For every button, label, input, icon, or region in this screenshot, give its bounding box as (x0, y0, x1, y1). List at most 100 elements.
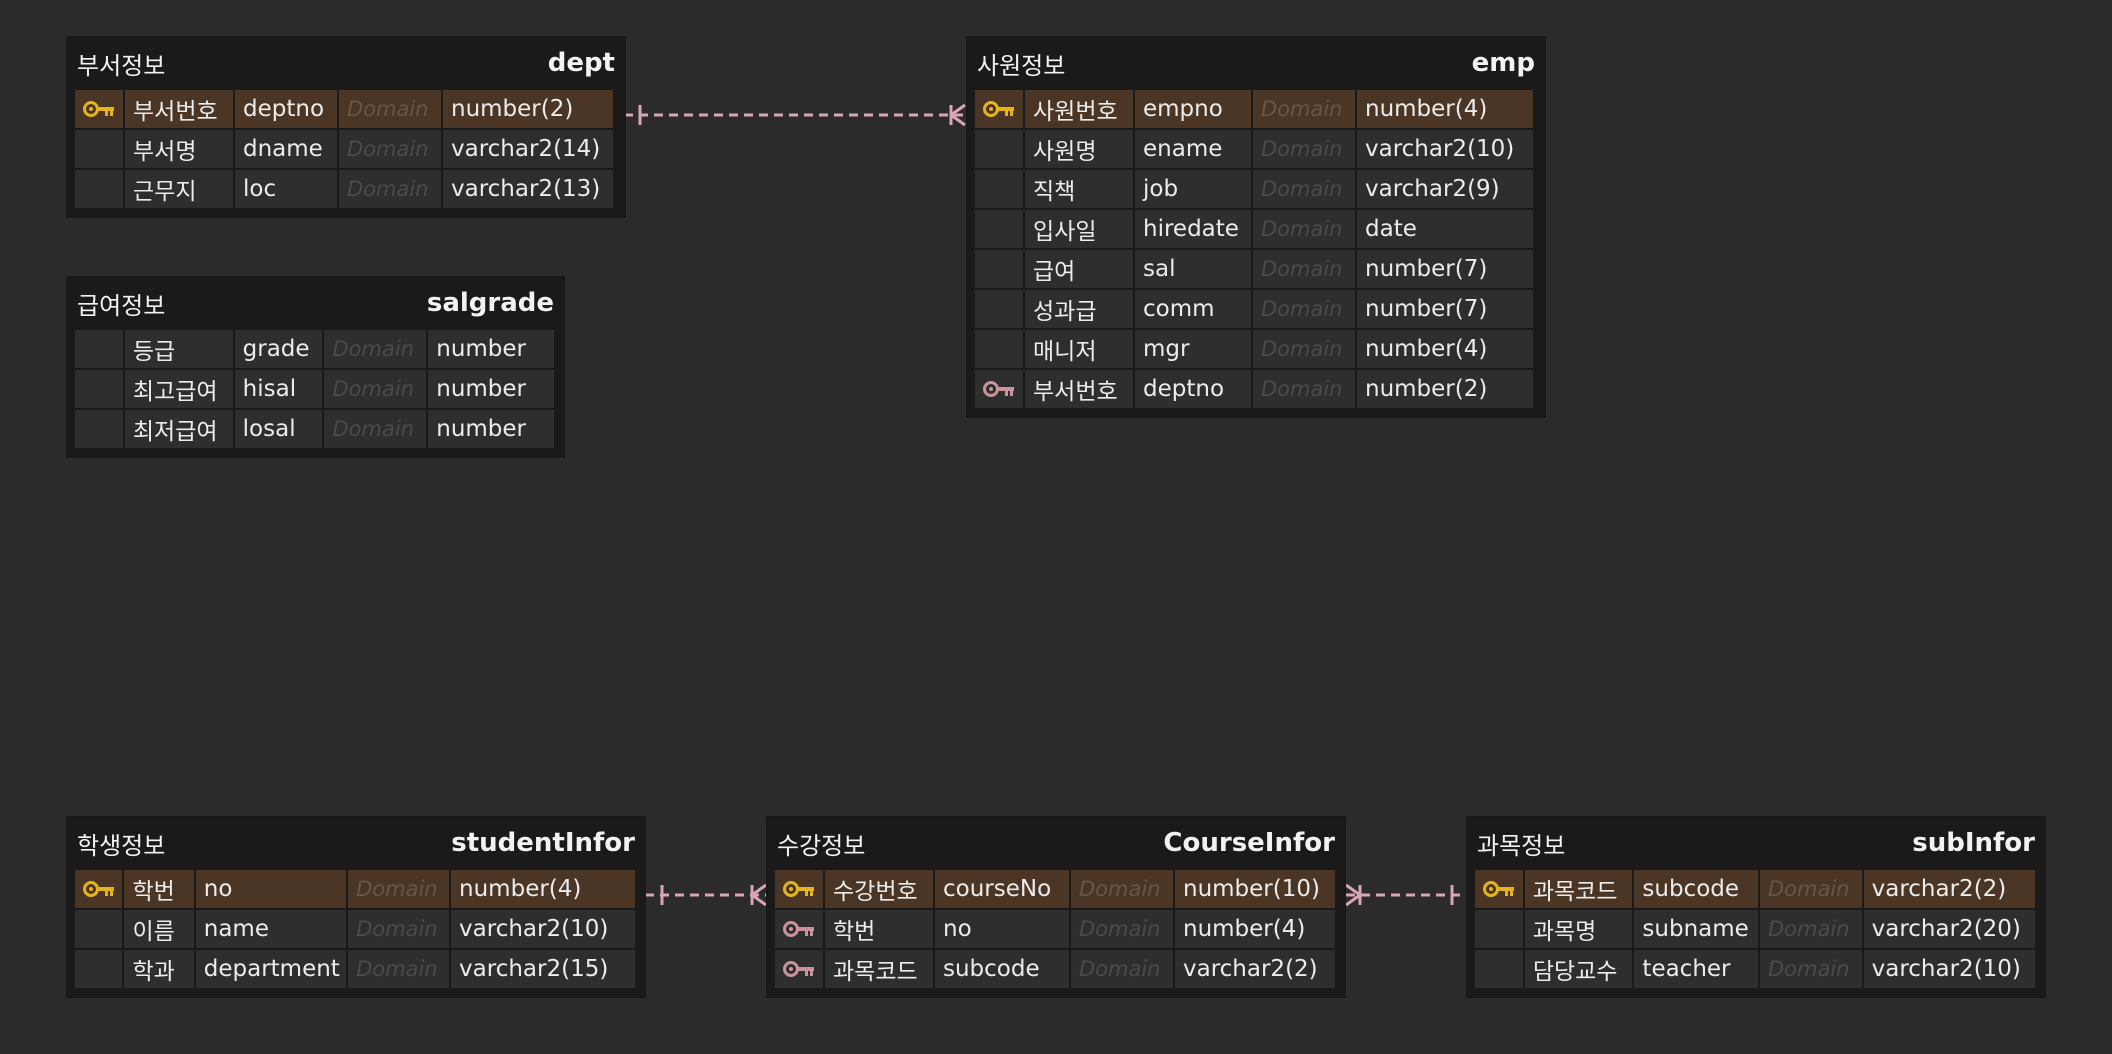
column-data-type[interactable]: varchar2(2) (1175, 950, 1335, 988)
column-logical-name[interactable]: 근무지 (125, 170, 233, 208)
entity-emp[interactable]: 사원정보 emp 사원번호 empno Domain number(4) 사원명 enam… (967, 37, 1545, 417)
column-data-type[interactable]: varchar2(2) (1863, 870, 2035, 908)
column-physical-name[interactable]: deptno (1135, 370, 1251, 408)
column-data-type[interactable]: number(7) (1357, 290, 1533, 328)
column-domain[interactable]: Domain (1253, 130, 1355, 168)
relation-student-course[interactable] (645, 883, 767, 907)
column-physical-name[interactable]: hisal (234, 370, 323, 408)
column-data-type[interactable]: number(10) (1175, 870, 1335, 908)
column-physical-name[interactable]: dname (235, 130, 337, 168)
column-data-type[interactable]: varchar2(10) (1863, 950, 2035, 988)
column-data-type[interactable]: varchar2(10) (1357, 130, 1533, 168)
column-row[interactable]: 과목코드 subcode Domain varchar2(2) (1475, 869, 2037, 909)
column-logical-name[interactable]: 사원명 (1025, 130, 1133, 168)
column-logical-name[interactable]: 학번 (825, 910, 933, 948)
column-data-type[interactable]: number(2) (1357, 370, 1533, 408)
column-domain[interactable]: Domain (1253, 170, 1355, 208)
column-data-type[interactable]: number(4) (1175, 910, 1335, 948)
column-data-type[interactable]: varchar2(15) (451, 950, 635, 988)
column-physical-name[interactable]: no (935, 910, 1069, 948)
column-logical-name[interactable]: 부서명 (125, 130, 233, 168)
column-domain[interactable]: Domain (1253, 250, 1355, 288)
column-physical-name[interactable]: losal (234, 410, 323, 448)
column-physical-name[interactable]: subcode (935, 950, 1069, 988)
column-row[interactable]: 직책 job Domain varchar2(9) (975, 169, 1537, 209)
column-row[interactable]: 부서번호 deptno Domain number(2) (975, 369, 1537, 409)
column-domain[interactable]: Domain (1759, 870, 1862, 908)
relation-dept-emp[interactable] (624, 103, 966, 127)
column-row[interactable]: 매니저 mgr Domain number(4) (975, 329, 1537, 369)
column-physical-name[interactable]: department (195, 950, 347, 988)
column-domain[interactable]: Domain (339, 170, 441, 208)
column-row[interactable]: 학번 no Domain number(4) (75, 869, 637, 909)
column-physical-name[interactable]: comm (1135, 290, 1251, 328)
column-data-type[interactable]: number(4) (1357, 330, 1533, 368)
column-logical-name[interactable]: 사원번호 (1025, 90, 1133, 128)
column-row[interactable]: 담당교수 teacher Domain varchar2(10) (1475, 949, 2037, 989)
column-row[interactable]: 성과급 comm Domain number(7) (975, 289, 1537, 329)
column-logical-name[interactable]: 과목코드 (825, 950, 933, 988)
column-row[interactable]: 급여 sal Domain number(7) (975, 249, 1537, 289)
column-data-type[interactable]: varchar2(13) (443, 170, 613, 208)
column-domain[interactable]: Domain (1253, 370, 1355, 408)
column-physical-name[interactable]: deptno (235, 90, 337, 128)
column-logical-name[interactable]: 과목명 (1524, 910, 1633, 948)
column-logical-name[interactable]: 학과 (124, 950, 194, 988)
column-domain[interactable]: Domain (324, 330, 427, 368)
column-logical-name[interactable]: 입사일 (1025, 210, 1133, 248)
column-domain[interactable]: Domain (348, 950, 450, 988)
column-logical-name[interactable]: 수강번호 (825, 870, 933, 908)
column-domain[interactable]: Domain (339, 130, 441, 168)
column-logical-name[interactable]: 직책 (1025, 170, 1133, 208)
column-logical-name[interactable]: 성과급 (1025, 290, 1133, 328)
column-data-type[interactable]: number (428, 370, 554, 408)
column-row[interactable]: 수강번호 courseNo Domain number(10) (775, 869, 1337, 909)
column-logical-name[interactable]: 부서번호 (125, 90, 233, 128)
column-logical-name[interactable]: 이름 (124, 910, 194, 948)
column-row[interactable]: 근무지 loc Domain varchar2(13) (75, 169, 617, 209)
column-physical-name[interactable]: loc (235, 170, 337, 208)
column-domain[interactable]: Domain (1071, 950, 1173, 988)
column-row[interactable]: 사원명 ename Domain varchar2(10) (975, 129, 1537, 169)
column-logical-name[interactable]: 급여 (1025, 250, 1133, 288)
column-physical-name[interactable]: teacher (1634, 950, 1758, 988)
column-data-type[interactable]: varchar2(10) (451, 910, 635, 948)
column-physical-name[interactable]: empno (1135, 90, 1251, 128)
column-logical-name[interactable]: 담당교수 (1524, 950, 1633, 988)
column-physical-name[interactable]: hiredate (1135, 210, 1251, 248)
column-domain[interactable]: Domain (1253, 290, 1355, 328)
column-domain[interactable]: Domain (1071, 910, 1173, 948)
entity-CourseInfor[interactable]: 수강정보 CourseInfor 수강번호 courseNo Domain numbe… (767, 817, 1345, 997)
column-domain[interactable]: Domain (1759, 910, 1862, 948)
column-data-type[interactable]: number(4) (1357, 90, 1533, 128)
column-data-type[interactable]: number(2) (443, 90, 613, 128)
column-row[interactable]: 등급 grade Domain number (75, 329, 556, 369)
column-domain[interactable]: Domain (1071, 870, 1173, 908)
column-domain[interactable]: Domain (1759, 950, 1862, 988)
column-logical-name[interactable]: 등급 (124, 330, 233, 368)
entity-dept[interactable]: 부서정보 dept 부서번호 deptno Domain number(2) 부서명 dn… (67, 37, 625, 217)
column-domain[interactable]: Domain (348, 870, 450, 908)
column-row[interactable]: 최고급여 hisal Domain number (75, 369, 556, 409)
entity-studentInfor[interactable]: 학생정보 studentInfor 학번 no Domain number(4) 이름 n… (67, 817, 645, 997)
column-row[interactable]: 최저급여 losal Domain number (75, 409, 556, 449)
column-physical-name[interactable]: job (1135, 170, 1251, 208)
column-physical-name[interactable]: ename (1135, 130, 1251, 168)
entity-subInfor[interactable]: 과목정보 subInfor 과목코드 subcode Domain varchar2(… (1467, 817, 2045, 997)
column-physical-name[interactable]: subname (1634, 910, 1758, 948)
column-domain[interactable]: Domain (324, 410, 427, 448)
erd-canvas[interactable]: 부서정보 dept 부서번호 deptno Domain number(2) 부서명 dn… (0, 0, 2112, 1054)
column-data-type[interactable]: number(7) (1357, 250, 1533, 288)
column-physical-name[interactable]: sal (1135, 250, 1251, 288)
column-row[interactable]: 과목명 subname Domain varchar2(20) (1475, 909, 2037, 949)
column-data-type[interactable]: number(4) (451, 870, 635, 908)
column-data-type[interactable]: varchar2(9) (1357, 170, 1533, 208)
column-domain[interactable]: Domain (348, 910, 450, 948)
column-physical-name[interactable]: mgr (1135, 330, 1251, 368)
column-logical-name[interactable]: 최저급여 (124, 410, 233, 448)
entity-salgrade[interactable]: 급여정보 salgrade 등급 grade Domain number 최고급여 his… (67, 277, 564, 457)
column-data-type[interactable]: number (428, 410, 554, 448)
column-physical-name[interactable]: subcode (1634, 870, 1758, 908)
column-logical-name[interactable]: 학번 (124, 870, 194, 908)
column-row[interactable]: 과목코드 subcode Domain varchar2(2) (775, 949, 1337, 989)
